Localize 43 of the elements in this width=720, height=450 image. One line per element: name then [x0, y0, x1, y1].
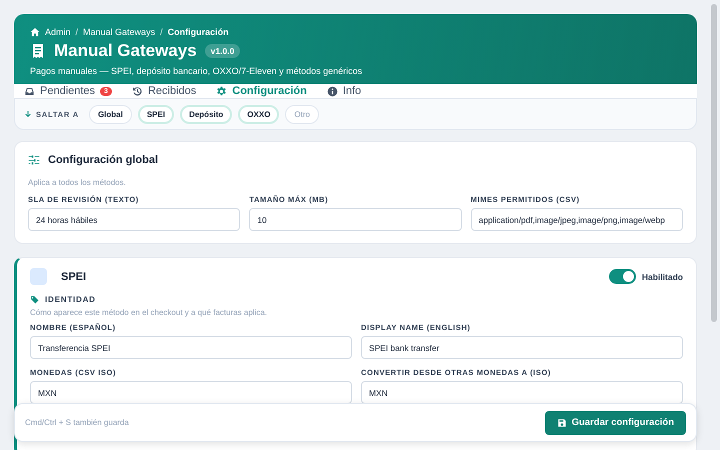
- info-icon: [326, 86, 338, 96]
- home-icon: [30, 27, 40, 37]
- gear-icon: [216, 86, 228, 96]
- input-field[interactable]: MXN: [30, 381, 352, 404]
- tab[interactable]: Pendientes: [24, 85, 96, 97]
- scrollbar[interactable]: [711, 4, 717, 322]
- tag-icon: [30, 295, 39, 304]
- jump-chip[interactable]: SPEI: [138, 104, 174, 124]
- breadcrumb-link[interactable]: Admin: [45, 27, 71, 37]
- jump-chip[interactable]: OXXO: [238, 104, 280, 124]
- jump-chip[interactable]: Depósito: [180, 104, 232, 124]
- method-logo-placeholder: [30, 268, 47, 285]
- card-description: Aplica a todos los métodos.: [28, 178, 127, 187]
- save-button[interactable]: Guardar configuración: [544, 410, 686, 434]
- breadcrumb-separator: /: [160, 27, 163, 37]
- down-arrow-icon: [24, 110, 32, 118]
- page-subtitle: Pagos manuales — SPEI, depósito bancario, OXXO/7-Eleven y métodos genéricos: [30, 66, 364, 76]
- section-title: IDENTIDAD: [45, 295, 96, 304]
- input-field[interactable]: application/pdf,image/jpeg,image/png,image/webp: [470, 208, 683, 231]
- save-icon: [556, 418, 567, 428]
- input-field[interactable]: Transferencia SPEI: [30, 336, 352, 359]
- breadcrumb-link[interactable]: Manual Gateways: [83, 27, 156, 37]
- page-title: Manual Gateways: [54, 41, 197, 61]
- input-field[interactable]: 24 horas hábiles: [28, 208, 240, 231]
- method-name: SPEI: [61, 270, 86, 282]
- input-field[interactable]: MXN: [361, 381, 683, 404]
- receipt-icon: [30, 43, 46, 59]
- toggle-switch[interactable]: [608, 269, 636, 284]
- section-description: Cómo aparece este método en el checkout y a qué facturas aplica.: [30, 308, 268, 317]
- breadcrumb-separator: /: [76, 27, 78, 37]
- input-field[interactable]: 10: [249, 208, 462, 231]
- inbox-icon: [24, 86, 35, 96]
- card-title: Configuración global: [48, 154, 158, 166]
- version-badge: v1.0.0: [204, 44, 240, 58]
- tab[interactable]: Configuración: [216, 85, 307, 97]
- shortcut-hint: Cmd/Ctrl + S también guarda: [25, 418, 129, 427]
- toggle-label: Habilitado: [642, 272, 683, 282]
- jump-chip[interactable]: Global: [88, 104, 132, 124]
- input-field[interactable]: SPEI bank transfer: [361, 336, 683, 359]
- sliders-icon: [28, 154, 40, 166]
- tab[interactable]: Info: [326, 85, 362, 97]
- history-icon: [132, 86, 143, 96]
- tab[interactable]: Recibidos: [132, 85, 196, 97]
